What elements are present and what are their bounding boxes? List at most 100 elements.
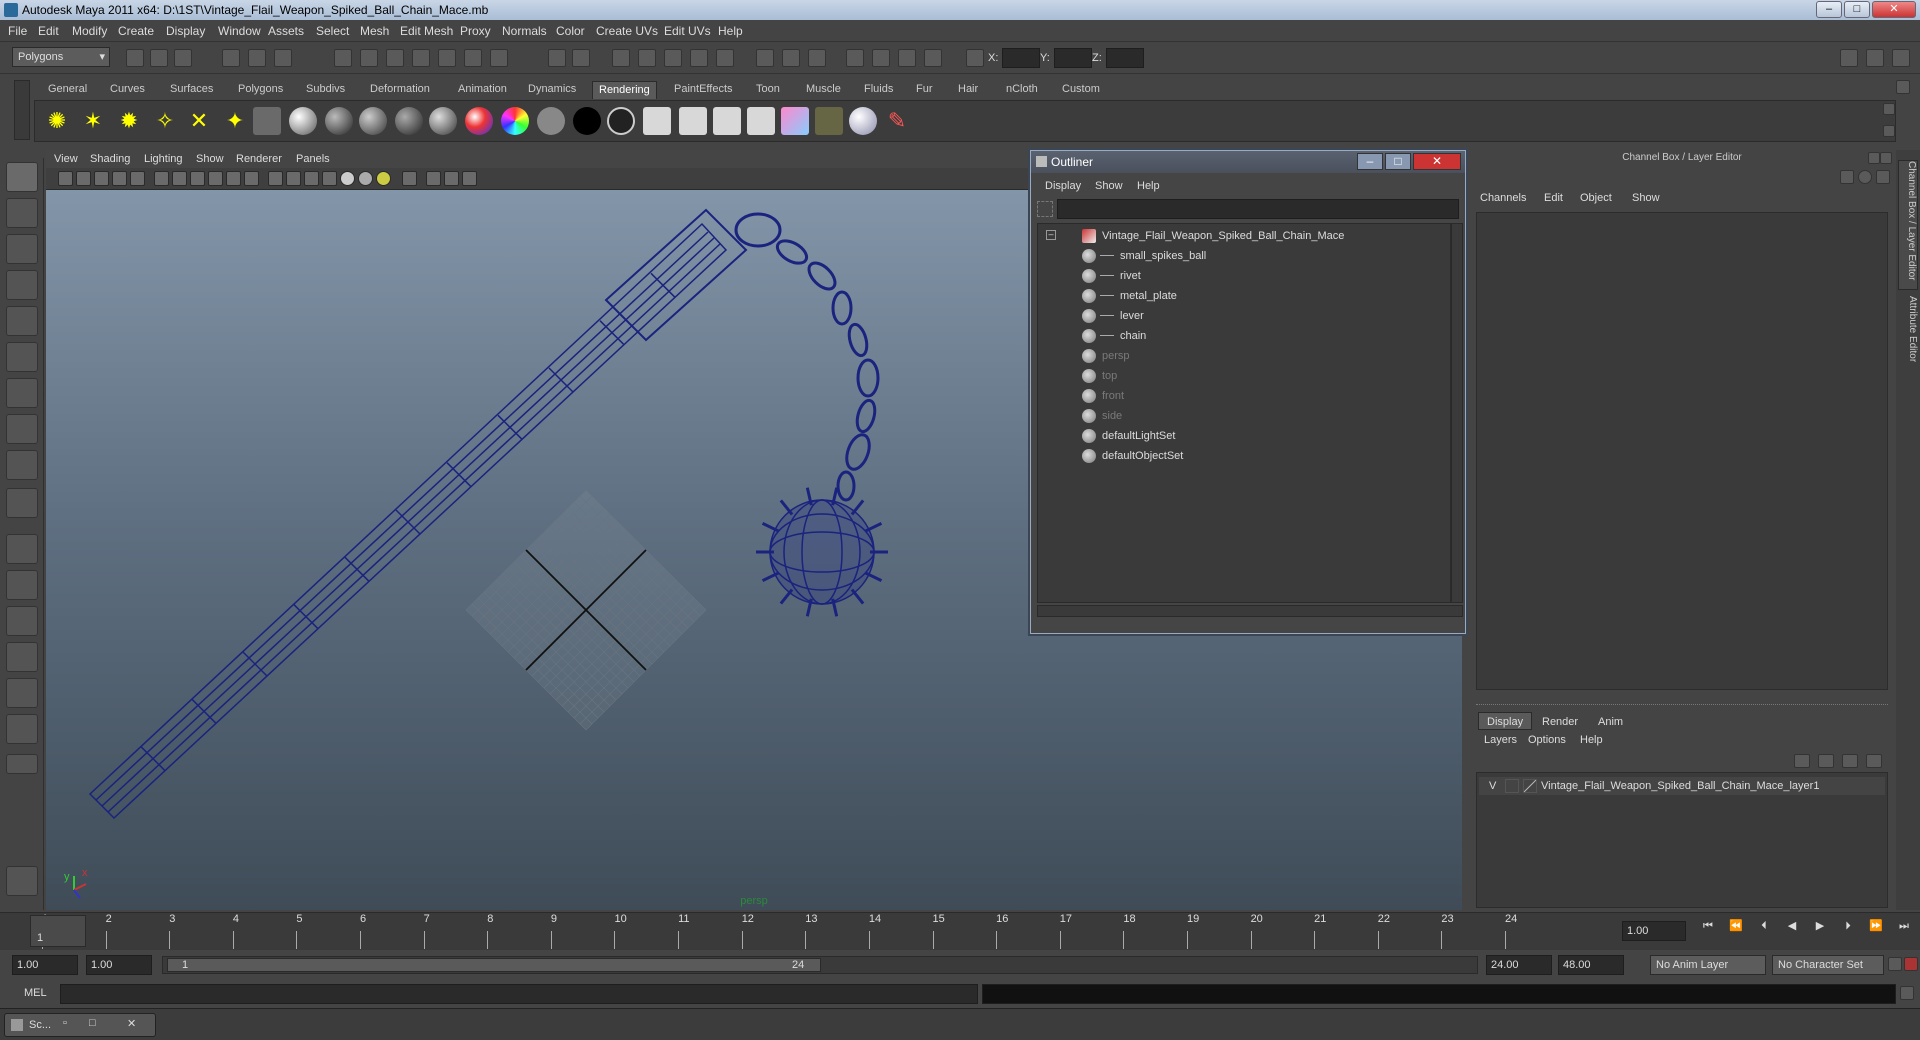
menu-create[interactable]: Create [118,24,154,38]
viewport-menu-lighting[interactable]: Lighting [144,153,183,165]
outliner-title-bar[interactable]: Outliner – □ ✕ [1031,151,1465,173]
channel-box-close-icon[interactable] [1880,152,1892,164]
channel-box-layer-icon[interactable] [1858,170,1872,184]
script-editor-icon[interactable] [1900,986,1914,1000]
select-object-icon[interactable] [248,49,266,67]
lambert-material-icon[interactable] [359,107,387,135]
channel-list[interactable] [1476,212,1888,690]
wireframe-icon[interactable] [268,171,283,186]
show-attribute-editor-icon[interactable] [1840,49,1858,67]
move-layer-down-icon[interactable] [1818,754,1834,768]
blinn-material-icon[interactable] [325,107,353,135]
outliner-item[interactable]: persp [1038,346,1448,366]
menu-assets[interactable]: Assets [268,24,304,38]
outliner-item[interactable]: Vintage_Flail_Weapon_Spiked_Ball_Chain_M… [1038,226,1448,246]
persp-outliner-layout-icon[interactable] [6,606,38,636]
hypershade-shelf-icon[interactable] [781,107,809,135]
move-tool-icon[interactable] [6,270,38,300]
viewport-menu-renderer[interactable]: Renderer [236,153,282,165]
render-current-frame-icon[interactable] [643,107,671,135]
viewport-menu-shading[interactable]: Shading [90,153,130,165]
spot-light-icon[interactable]: ✧ [151,107,179,135]
camera-attrs-icon[interactable] [872,49,890,67]
volume-light-icon[interactable]: ✦ [221,107,249,135]
use-background-icon[interactable] [607,107,635,135]
soft-mod-tool-icon[interactable] [6,414,38,444]
outliner-search-input[interactable] [1057,199,1459,219]
new-layer-from-selection-icon[interactable] [1866,754,1882,768]
persp-hypershade-layout-icon[interactable] [6,678,38,708]
channel-box-float-icon[interactable] [1868,152,1880,164]
shelf-tab-painteffects[interactable]: PaintEffects [668,81,739,99]
outliner-item[interactable]: top [1038,366,1448,386]
scale-tool-icon[interactable] [6,342,38,372]
go-to-end-icon[interactable]: ⏭ [1894,917,1914,935]
side-tab-channel-box[interactable]: Channel Box / Layer Editor [1898,160,1918,290]
move-layer-up-icon[interactable] [1794,754,1810,768]
mode-selector[interactable]: Polygons ▾ [12,47,110,67]
viewport-menu-show[interactable]: Show [196,153,224,165]
auto-key-icon[interactable] [1888,957,1902,971]
shelf-tab-toon[interactable]: Toon [750,81,786,99]
custom-layout-icon[interactable] [6,714,38,744]
outliner-item[interactable]: lever [1038,306,1448,326]
gate-mask-icon[interactable] [208,171,223,186]
menu-proxy[interactable]: Proxy [460,24,491,38]
outliner-close-button[interactable]: ✕ [1413,153,1461,170]
outliner-horizontal-scrollbar[interactable] [1037,605,1463,617]
shelf-tab-custom[interactable]: Custom [1056,81,1106,99]
ambient-light-icon[interactable]: ✺ [43,107,71,135]
persp-graph-layout-icon[interactable] [6,642,38,672]
outliner-menu-help[interactable]: Help [1137,180,1160,192]
shelf-options-handle[interactable] [14,80,30,140]
layer-menu-layers[interactable]: Layers [1484,734,1517,746]
step-forward-frame-icon[interactable]: ⏵ [1838,917,1858,935]
lock-icon[interactable] [548,49,566,67]
wireframe-on-shaded-icon[interactable] [304,171,319,186]
isolate-select-icon[interactable] [402,171,417,186]
range-track[interactable]: 1 24 [162,956,1478,974]
make-live-icon[interactable] [438,49,456,67]
manipulator-tool-icon[interactable] [6,378,38,408]
time-slider[interactable]: 123456789101112131415161718192021222324 … [0,912,1920,950]
menu-normals[interactable]: Normals [502,24,547,38]
channel-menu-edit[interactable]: Edit [1544,192,1563,204]
shelf-scroll-down-icon[interactable] [1883,125,1895,137]
outliner-filter-icon[interactable] [1037,201,1053,217]
layer-menu-help[interactable]: Help [1580,734,1603,746]
menu-create-uvs[interactable]: Create UVs [596,24,658,38]
menu-file[interactable]: File [8,24,27,38]
grid-icon[interactable] [154,171,169,186]
shelf-tab-dynamics[interactable]: Dynamics [522,81,582,99]
channel-menu-object[interactable]: Object [1580,192,1612,204]
snap-point-icon[interactable] [386,49,404,67]
select-hierarchy-icon[interactable] [222,49,240,67]
animation-preferences-icon[interactable] [1904,957,1918,971]
layer-tab-render[interactable]: Render [1542,716,1578,728]
snap-grid-icon[interactable] [334,49,352,67]
render-region-icon[interactable] [572,49,590,67]
outliner-minimize-button[interactable]: – [1357,153,1383,170]
shelf-tab-animation[interactable]: Animation [452,81,513,99]
shading-map-icon[interactable] [537,107,565,135]
backface-culling-icon[interactable] [462,171,477,186]
layer-row[interactable]: V Vintage_Flail_Weapon_Spiked_Ball_Chain… [1479,777,1885,795]
channel-layer-splitter[interactable] [1476,704,1888,708]
use-all-lights-icon[interactable] [340,171,355,186]
film-gate-icon[interactable] [172,171,187,186]
outliner-item[interactable]: defaultLightSet [1038,426,1448,446]
outliner-item[interactable]: rivet [1038,266,1448,286]
render-layer-icon[interactable] [815,107,843,135]
phong-material-icon[interactable] [395,107,423,135]
new-empty-layer-icon[interactable] [1842,754,1858,768]
channel-box-pick-icon[interactable] [1876,170,1890,184]
shelf-tab-hair[interactable]: Hair [952,81,984,99]
shelf-tab-deformation[interactable]: Deformation [364,81,436,99]
shelf-tab-polygons[interactable]: Polygons [232,81,289,99]
current-time-field[interactable]: 1.00 [1622,921,1686,941]
layout-menu-icon[interactable] [6,754,38,774]
smooth-shade-icon[interactable] [286,171,301,186]
step-back-key-icon[interactable]: ⏪ [1726,917,1746,935]
select-camera-icon[interactable] [58,171,73,186]
shelf-menu-icon[interactable] [1896,80,1910,94]
